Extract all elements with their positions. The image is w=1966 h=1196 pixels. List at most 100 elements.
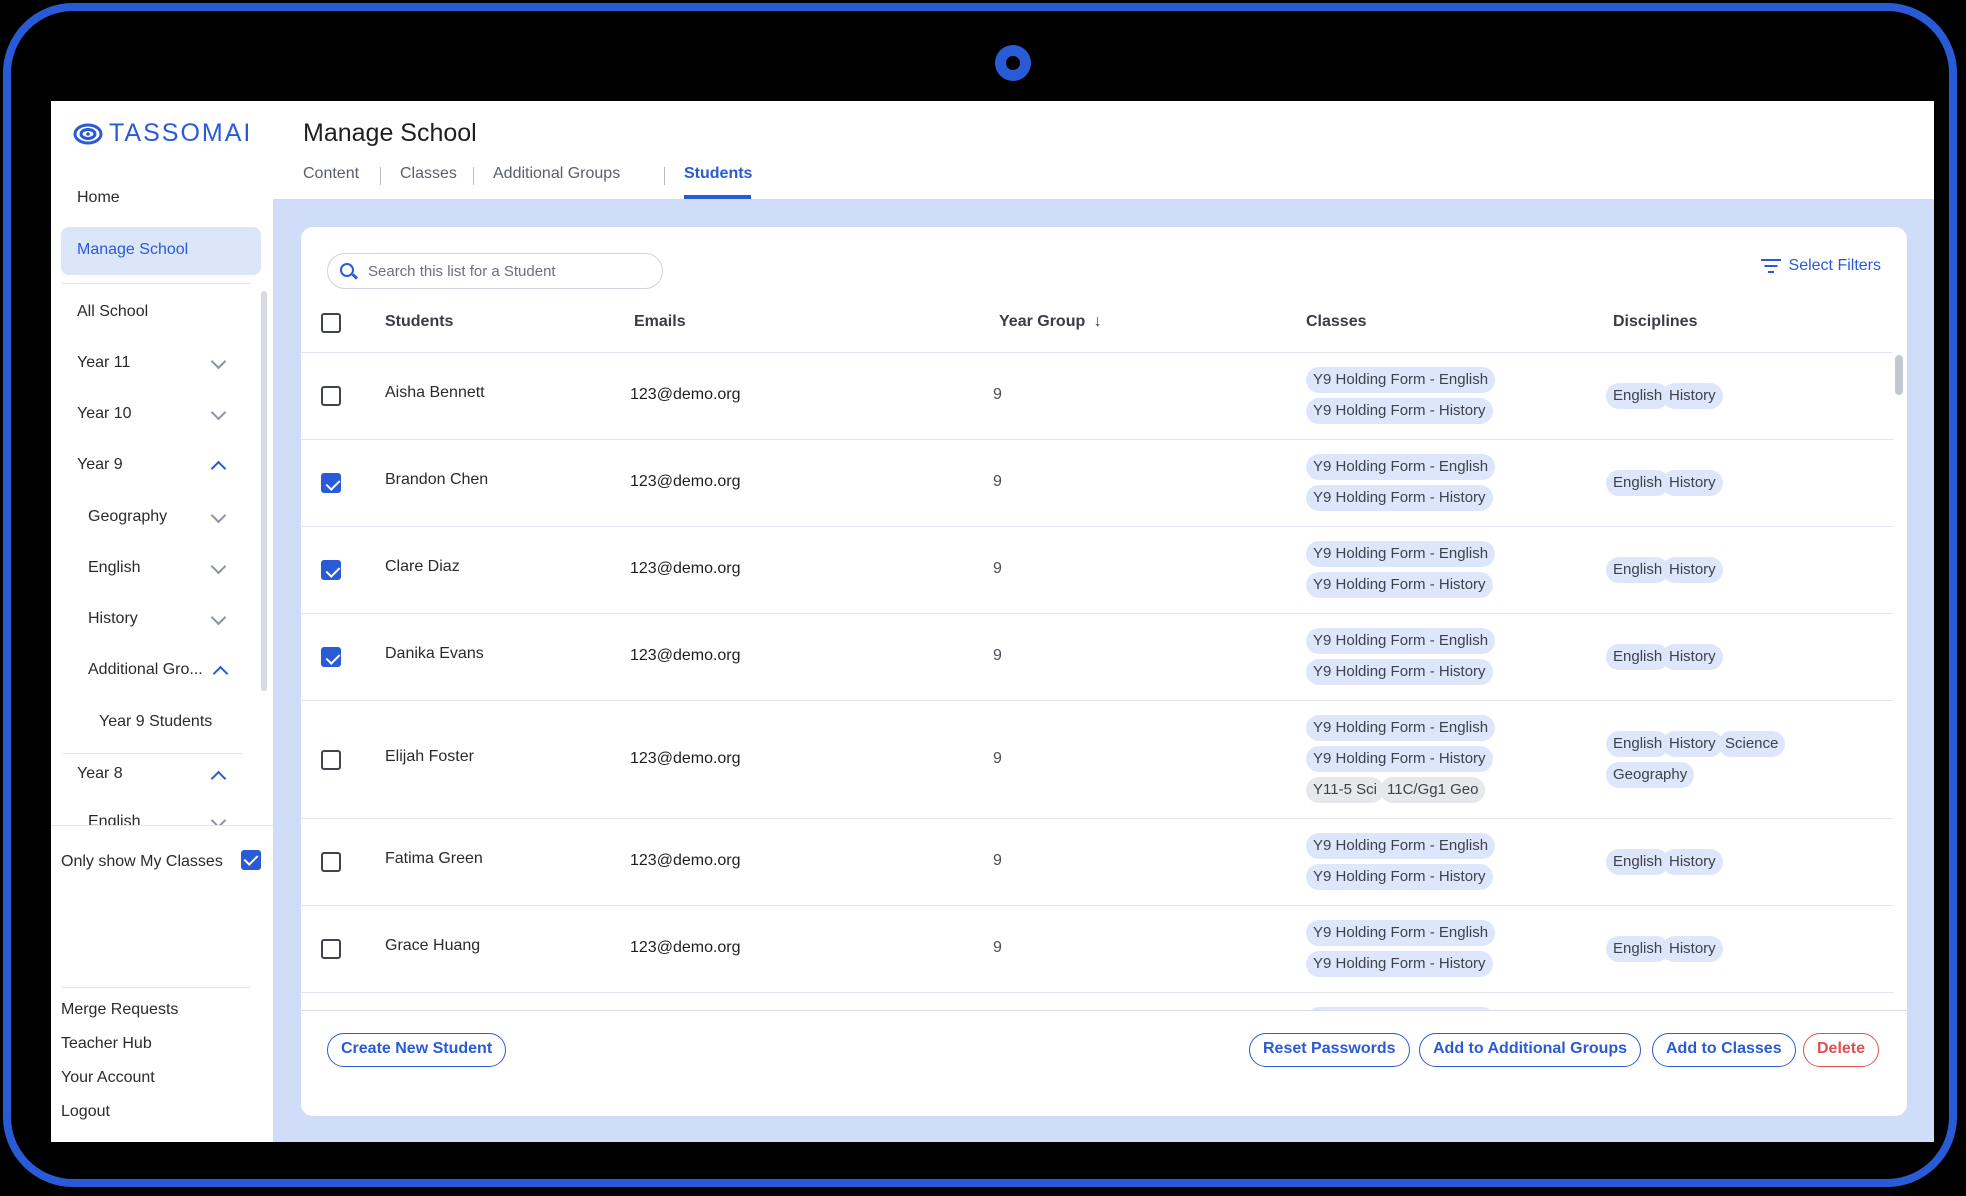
chevron-down-icon[interactable] bbox=[210, 507, 227, 524]
select-filters-button[interactable]: Select Filters bbox=[1760, 257, 1881, 275]
divider bbox=[61, 283, 251, 284]
table-row[interactable]: Danika Evans 123@demo.org 9 Y9 Holding Form… bbox=[301, 614, 1893, 701]
discipline-chip: Geography bbox=[1606, 762, 1695, 788]
tree-item-year-11[interactable]: Year 11 bbox=[77, 354, 130, 372]
student-name[interactable]: Elijah Foster bbox=[385, 748, 474, 766]
student-name[interactable]: Brandon Chen bbox=[385, 471, 488, 489]
chevron-up-icon[interactable] bbox=[210, 770, 227, 787]
tree-item-geography[interactable]: Geography bbox=[88, 508, 167, 526]
teacher-hub-link[interactable]: Teacher Hub bbox=[61, 1035, 152, 1053]
student-year-group: 9 bbox=[993, 939, 1002, 956]
tree-item-year-9-students[interactable]: Year 9 Students bbox=[99, 713, 212, 731]
table-row[interactable]: Fatima Green 123@demo.org 9 Y9 Holding Form… bbox=[301, 819, 1893, 906]
table-row[interactable]: Elijah Foster 123@demo.org 9 Y9 Holding For… bbox=[301, 701, 1893, 819]
table-row[interactable]: Hassan Iqbal123@demo.org9Y9 Holding Form… bbox=[301, 993, 1893, 1011]
sidebar-item-home[interactable]: Home bbox=[77, 189, 120, 207]
only-my-classes-checkbox[interactable] bbox=[241, 850, 261, 870]
chevron-down-icon[interactable] bbox=[210, 812, 227, 825]
your-account-link[interactable]: Your Account bbox=[61, 1069, 155, 1087]
select-all-checkbox[interactable] bbox=[321, 313, 341, 333]
chevron-down-icon[interactable] bbox=[210, 404, 227, 421]
chevron-up-icon[interactable] bbox=[210, 460, 227, 477]
discipline-chip: English bbox=[1606, 849, 1670, 875]
student-year-group: 9 bbox=[993, 852, 1002, 869]
merge-requests-link[interactable]: Merge Requests bbox=[61, 1001, 178, 1019]
column-header-disciplines[interactable]: Disciplines bbox=[1613, 313, 1697, 331]
discipline-chip: History bbox=[1662, 936, 1723, 962]
discipline-chip: History bbox=[1662, 557, 1723, 583]
column-header-year-group[interactable]: Year Group ↓ bbox=[999, 313, 1102, 331]
delete-button[interactable]: Delete bbox=[1803, 1033, 1880, 1067]
tab-content[interactable]: Content bbox=[303, 165, 359, 183]
tree-item-english[interactable]: English bbox=[88, 813, 140, 825]
discipline-chip: English bbox=[1606, 557, 1670, 583]
student-email: 123@demo.org bbox=[630, 852, 741, 869]
sidebar-item-manage-school[interactable]: Manage School bbox=[61, 227, 261, 275]
page-header: Manage School Content Classes Additional… bbox=[273, 101, 1934, 201]
search-input[interactable]: Search this list for a Student bbox=[327, 253, 663, 289]
student-year-group: 9 bbox=[993, 750, 1002, 767]
divider bbox=[51, 825, 273, 826]
search-placeholder: Search this list for a Student bbox=[368, 263, 556, 280]
class-chip: Y9 Holding Form - History bbox=[1306, 951, 1493, 977]
class-chip: Y9 Holding Form - English bbox=[1306, 541, 1496, 567]
chevron-up-icon[interactable] bbox=[212, 665, 229, 682]
add-to-classes-button[interactable]: Add to Classes bbox=[1652, 1033, 1796, 1067]
class-chip: Y9 Holding Form - English bbox=[1306, 715, 1496, 741]
tab-classes[interactable]: Classes bbox=[400, 165, 457, 183]
row-checkbox[interactable] bbox=[321, 473, 341, 493]
student-name[interactable]: Fatima Green bbox=[385, 850, 483, 868]
class-chip: Y9 Holding Form - History bbox=[1306, 398, 1493, 424]
student-name[interactable]: Aisha Bennett bbox=[385, 384, 485, 402]
brand-name: TASSOMAI bbox=[109, 119, 253, 147]
student-name[interactable]: Clare Diaz bbox=[385, 558, 460, 576]
row-checkbox[interactable] bbox=[321, 386, 341, 406]
tree-item-year-10[interactable]: Year 10 bbox=[77, 405, 132, 423]
tree-item-year-9[interactable]: Year 9 bbox=[77, 456, 123, 474]
row-checkbox[interactable] bbox=[321, 852, 341, 872]
tree-item-year-8[interactable]: Year 8 bbox=[77, 765, 123, 783]
table-scrollbar[interactable] bbox=[1895, 355, 1903, 395]
reset-passwords-button[interactable]: Reset Passwords bbox=[1249, 1033, 1410, 1067]
tab-students[interactable]: Students bbox=[684, 165, 752, 183]
row-checkbox[interactable] bbox=[321, 560, 341, 580]
student-year-group: 9 bbox=[993, 473, 1002, 490]
chevron-down-icon[interactable] bbox=[210, 353, 227, 370]
tree-item-english[interactable]: English bbox=[88, 559, 140, 577]
chevron-down-icon[interactable] bbox=[210, 558, 227, 575]
student-year-group: 9 bbox=[993, 560, 1002, 577]
table-row[interactable]: Clare Diaz 123@demo.org 9 Y9 Holding Form -… bbox=[301, 527, 1893, 614]
tree-item-additional-groups[interactable]: Additional Gro... bbox=[88, 661, 203, 679]
column-header-emails[interactable]: Emails bbox=[634, 313, 686, 331]
brand-logo[interactable]: TASSOMAI bbox=[73, 119, 252, 148]
discipline-chip: History bbox=[1662, 849, 1723, 875]
select-filters-label: Select Filters bbox=[1788, 257, 1881, 274]
class-chip: Y9 Holding Form - English bbox=[1306, 367, 1496, 393]
class-chip: Y9 Holding Form - English bbox=[1306, 454, 1496, 480]
class-chip: Y9 Holding Form - English bbox=[1306, 628, 1496, 654]
discipline-chip: English bbox=[1606, 644, 1670, 670]
table-row[interactable]: Aisha Bennett 123@demo.org 9 Y9 Holding For… bbox=[301, 353, 1893, 440]
column-header-classes[interactable]: Classes bbox=[1306, 313, 1367, 331]
logout-link[interactable]: Logout bbox=[61, 1103, 110, 1121]
table-row[interactable]: Brandon Chen 123@demo.org 9 Y9 Holding Form… bbox=[301, 440, 1893, 527]
app-screen: TASSOMAI Home Manage School All School Y… bbox=[51, 101, 1934, 1142]
discipline-chip: History bbox=[1662, 470, 1723, 496]
chevron-down-icon[interactable] bbox=[210, 609, 227, 626]
row-checkbox[interactable] bbox=[321, 647, 341, 667]
class-chip: Y11-5 Sci bbox=[1306, 777, 1384, 803]
tree-item-all-school[interactable]: All School bbox=[77, 303, 148, 321]
student-name[interactable]: Grace Huang bbox=[385, 937, 480, 955]
tab-additional-groups[interactable]: Additional Groups bbox=[493, 165, 620, 183]
row-checkbox[interactable] bbox=[321, 750, 341, 770]
tree-item-history[interactable]: History bbox=[88, 610, 138, 628]
table-row[interactable]: Grace Huang 123@demo.org 9 Y9 Holding Form … bbox=[301, 906, 1893, 993]
student-name[interactable]: Danika Evans bbox=[385, 645, 484, 663]
sidebar-scrollbar[interactable] bbox=[261, 291, 267, 691]
student-email: 123@demo.org bbox=[630, 560, 741, 577]
row-checkbox[interactable] bbox=[321, 939, 341, 959]
tab-divider bbox=[664, 167, 665, 185]
create-new-student-button[interactable]: Create New Student bbox=[327, 1033, 507, 1067]
add-to-additional-groups-button[interactable]: Add to Additional Groups bbox=[1419, 1033, 1642, 1067]
column-header-students[interactable]: Students bbox=[385, 313, 453, 331]
